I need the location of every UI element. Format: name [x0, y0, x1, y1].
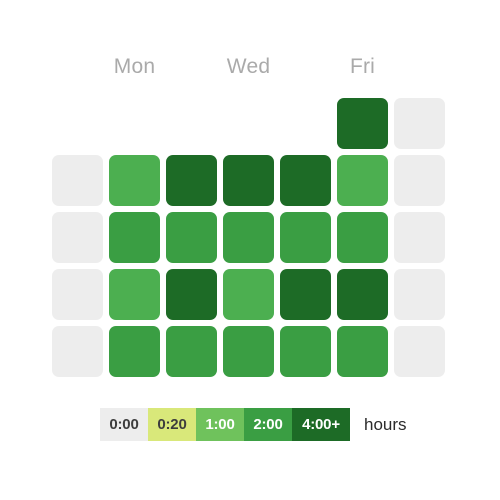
heatmap-cell[interactable]	[394, 326, 445, 377]
heatmap-cell[interactable]	[52, 212, 103, 263]
coding-activity-heatmap-widget: Mon Wed Fri 0:00 0:20 1:00 2:00 4:00+ hours	[0, 0, 500, 500]
heatmap-cell[interactable]	[337, 155, 388, 206]
heatmap-cell[interactable]	[223, 269, 274, 320]
day-label-mon: Mon	[113, 55, 156, 78]
heatmap-cell[interactable]	[337, 269, 388, 320]
legend-unit-label: hours	[364, 414, 407, 434]
heatmap-cell[interactable]	[280, 155, 331, 206]
heatmap-cell[interactable]	[337, 98, 388, 149]
heatmap-cell[interactable]	[166, 155, 217, 206]
legend-swatch-000: 0:00	[100, 408, 148, 441]
heatmap-cell[interactable]	[280, 212, 331, 263]
heatmap-cell[interactable]	[223, 212, 274, 263]
heatmap-cell[interactable]	[223, 155, 274, 206]
heatmap-cell[interactable]	[109, 212, 160, 263]
legend-swatch-020: 0:20	[148, 408, 196, 441]
heatmap-legend: 0:00 0:20 1:00 2:00 4:00+ hours	[100, 408, 407, 441]
day-of-week-header: Mon Wed Fri	[52, 50, 451, 84]
heatmap-cell[interactable]	[394, 269, 445, 320]
heatmap-cell[interactable]	[280, 269, 331, 320]
heatmap-cell[interactable]	[166, 326, 217, 377]
legend-swatch-200: 2:00	[244, 408, 292, 441]
heatmap-cell[interactable]	[52, 155, 103, 206]
heatmap-cell[interactable]	[337, 212, 388, 263]
heatmap-cell[interactable]	[166, 212, 217, 263]
heatmap-cell[interactable]	[394, 98, 445, 149]
heatmap-cell[interactable]	[280, 326, 331, 377]
heatmap-cell[interactable]	[223, 326, 274, 377]
legend-scale: 0:00 0:20 1:00 2:00 4:00+	[100, 408, 350, 441]
heatmap-cell[interactable]	[166, 269, 217, 320]
heatmap-cell[interactable]	[52, 326, 103, 377]
heatmap-cell[interactable]	[109, 155, 160, 206]
heatmap-grid	[52, 98, 451, 383]
day-label-fri: Fri	[349, 55, 376, 78]
heatmap-cell[interactable]	[52, 269, 103, 320]
legend-swatch-400: 4:00+	[292, 408, 350, 441]
heatmap-cell[interactable]	[394, 212, 445, 263]
heatmap-cell[interactable]	[337, 326, 388, 377]
heatmap-cell[interactable]	[394, 155, 445, 206]
heatmap-cell[interactable]	[109, 269, 160, 320]
legend-swatch-100: 1:00	[196, 408, 244, 441]
day-label-wed: Wed	[226, 55, 271, 78]
heatmap-cell[interactable]	[109, 326, 160, 377]
